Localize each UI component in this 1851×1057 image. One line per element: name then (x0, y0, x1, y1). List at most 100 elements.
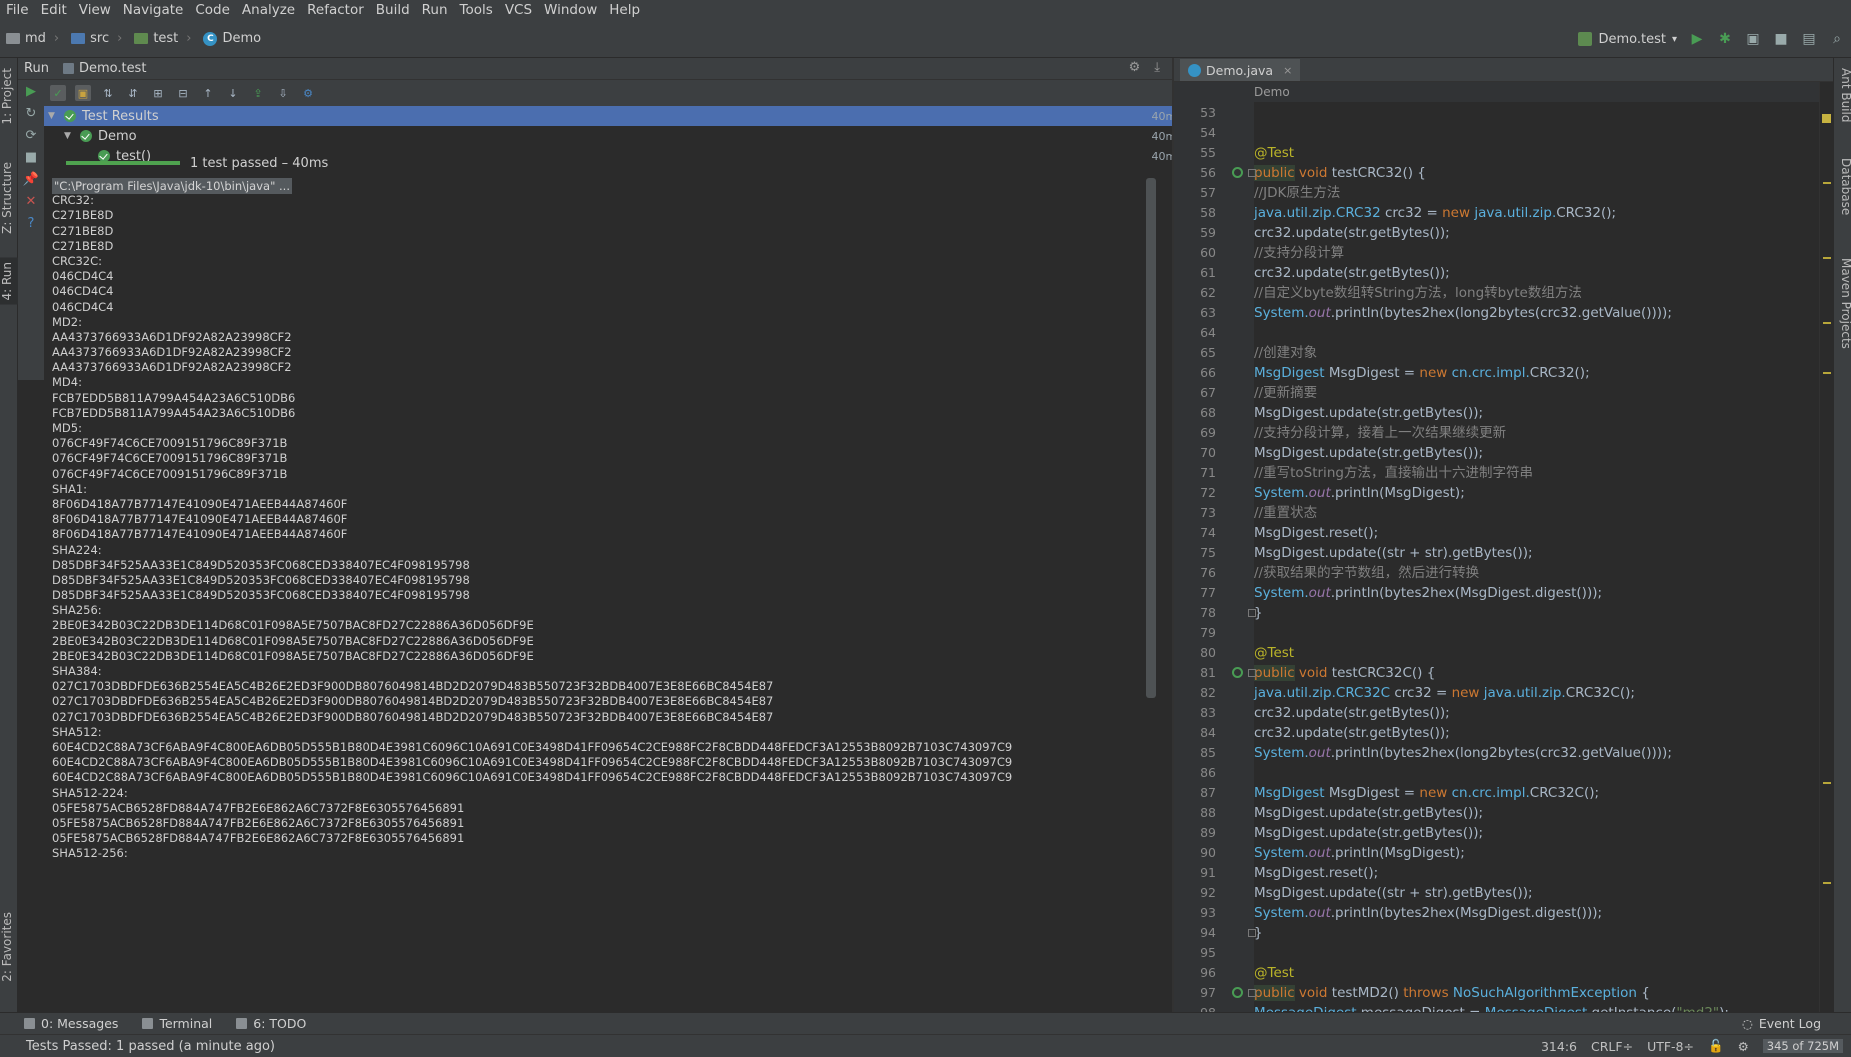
menu-file[interactable]: File (0, 0, 35, 20)
tab-todo[interactable]: 6: TODO (236, 1016, 306, 1031)
code-line: 78} (1200, 605, 1263, 621)
menu-navigate[interactable]: Navigate (117, 0, 190, 20)
code-line: 83 crc32.update(str.getBytes()); (1200, 705, 1450, 721)
hide-panel-icon[interactable]: ⤓ (1154, 60, 1160, 75)
run-config-selector[interactable]: Demo.test ▾ (1578, 32, 1677, 47)
menu-help[interactable]: Help (603, 0, 646, 20)
code-line: 97 public void testMD2() throws NoSuchAlg… (1200, 985, 1650, 1001)
code-line: 57//JDK原生方法 (1200, 185, 1341, 201)
console-line: MD5: (52, 421, 82, 435)
memory-indicator[interactable]: 345 of 725M (1762, 1039, 1843, 1053)
pin-icon[interactable]: 📌 (18, 168, 44, 190)
console-line: 076CF49F74C6CE7009151796C89F371B (52, 451, 288, 466)
git-icon[interactable]: ⚙ (1738, 1039, 1749, 1054)
show-ignored-icon[interactable]: ▣ (75, 85, 91, 101)
debug-icon[interactable]: ✱ (1716, 30, 1734, 48)
close-icon[interactable]: × (1283, 64, 1292, 77)
test-settings-icon[interactable]: ⚙ (300, 85, 316, 101)
tab-maven-projects[interactable]: Maven Projects (1835, 254, 1851, 353)
tab-terminal[interactable]: Terminal (142, 1016, 212, 1031)
sort-duration-icon[interactable]: ⇵ (125, 85, 141, 101)
breadcrumb-md[interactable]: md › (6, 31, 65, 46)
sort-alpha-icon[interactable]: ⇅ (100, 85, 116, 101)
run-test-icon[interactable] (1232, 987, 1243, 998)
caret-position[interactable]: 314:6 (1541, 1039, 1577, 1054)
menu-edit[interactable]: Edit (35, 0, 73, 20)
menu-view[interactable]: View (73, 0, 117, 20)
menu-vcs[interactable]: VCS (499, 0, 538, 20)
console-line: SHA512: (52, 724, 102, 739)
line-separator[interactable]: CRLF÷ (1591, 1039, 1633, 1054)
run-icon[interactable]: ▶ (1688, 30, 1706, 48)
stop-icon[interactable]: ■ (1772, 30, 1790, 48)
status-message[interactable]: Tests Passed: 1 passed (a minute ago) (26, 1039, 275, 1054)
tree-row-test-results[interactable]: ▼ Test Results 40ms (44, 106, 1194, 126)
settings-icon[interactable]: ⚙ (1129, 60, 1141, 75)
import-icon[interactable]: ⇩ (275, 85, 291, 101)
tab-ant-build[interactable]: Ant Build (1835, 64, 1851, 126)
console-line: 046CD4C4 (52, 269, 114, 284)
tab-demo-java[interactable]: Demo.java × (1180, 59, 1301, 81)
help-icon[interactable]: ? (18, 212, 44, 234)
fold-icon[interactable] (1248, 929, 1256, 937)
expand-all-icon[interactable]: ⊞ (150, 85, 166, 101)
console-line: AA4373766933A6D1DF92A82A23998CF2 (52, 345, 292, 360)
console-line: SHA512-224: (52, 785, 128, 800)
file-encoding[interactable]: UTF-8÷ (1647, 1039, 1694, 1054)
fold-icon[interactable] (1248, 169, 1256, 177)
code-line: 81 public void testCRC32C() { (1200, 665, 1436, 681)
class-icon (1188, 63, 1201, 77)
editor-scrollbar[interactable] (1819, 82, 1833, 1028)
menu-run[interactable]: Run (416, 0, 454, 20)
toggle-autotest-icon[interactable]: ⟳ (18, 124, 44, 146)
search-icon[interactable]: ⌕ (1828, 30, 1846, 48)
fold-icon[interactable] (1248, 609, 1256, 617)
menu-refactor[interactable]: Refactor (301, 0, 370, 20)
stop-icon[interactable]: ■ (18, 146, 44, 168)
console-line: 60E4CD2C88A73CF6ABA9F4C800EA6DB05D555B1B… (52, 770, 1013, 785)
breadcrumb-demo[interactable]: C Demo (203, 31, 261, 46)
folder-icon (134, 33, 149, 44)
passed-icon (64, 110, 76, 122)
next-icon[interactable]: ↓ (225, 85, 241, 101)
fold-icon[interactable] (1248, 989, 1256, 997)
tree-row-demo[interactable]: ▼ Demo 40ms (44, 126, 1194, 146)
warning-indicator[interactable] (1822, 114, 1831, 123)
rerun-failed-icon[interactable]: ↻ (18, 102, 44, 124)
menu-build[interactable]: Build (370, 0, 416, 20)
rerun-icon[interactable]: ▶ (18, 80, 44, 102)
code-editor[interactable]: Demo.java × Demo 53 54 55 @Test 56 public v… (1174, 58, 1833, 1028)
project-structure-icon[interactable]: ▤ (1800, 30, 1818, 48)
close-icon[interactable]: ✕ (18, 190, 44, 212)
previous-icon[interactable]: ↑ (200, 85, 216, 101)
event-log[interactable]: ◌ Event Log (1742, 1016, 1821, 1031)
tab-messages[interactable]: 0: Messages (24, 1016, 118, 1031)
collapse-all-icon[interactable]: ⊟ (175, 85, 191, 101)
code-line: 96 @Test (1200, 965, 1295, 981)
tab-project[interactable]: 1: Project (0, 64, 18, 129)
code-line: 95 (1200, 945, 1216, 960)
show-passed-icon[interactable]: ✓ (50, 85, 66, 101)
lock-icon[interactable]: 🔓 (1708, 1038, 1724, 1054)
run-test-icon[interactable] (1232, 667, 1243, 678)
tab-database[interactable]: Database (1835, 154, 1851, 219)
console-output[interactable]: "C:\Program Files\Java\jdk-10\bin\java" … (44, 176, 1170, 966)
tab-run[interactable]: 4: Run (0, 258, 18, 305)
console-command[interactable]: "C:\Program Files\Java\jdk-10\bin\java" … (52, 178, 292, 194)
tab-favorites[interactable]: 2: Favorites (0, 908, 18, 986)
menu-window[interactable]: Window (538, 0, 603, 20)
menu-code[interactable]: Code (189, 0, 236, 20)
tab-structure[interactable]: Z: Structure (0, 158, 18, 238)
editor-breadcrumb[interactable]: Demo (1174, 82, 1833, 102)
coverage-icon[interactable]: ▣ (1744, 30, 1762, 48)
export-icon[interactable]: ⇪ (250, 85, 266, 101)
fold-icon[interactable] (1248, 669, 1256, 677)
menu-analyze[interactable]: Analyze (236, 0, 301, 20)
breadcrumb-test[interactable]: test › (134, 31, 197, 46)
menu-tools[interactable]: Tools (454, 0, 499, 20)
code-line: 64 (1200, 325, 1216, 340)
run-tab-demo-test[interactable]: Demo.test (62, 61, 146, 76)
code-area[interactable]: 53 54 55 @Test 56 public void testCRC32() … (1174, 103, 1833, 1023)
run-test-icon[interactable] (1232, 167, 1243, 178)
breadcrumb-src[interactable]: src › (71, 31, 128, 46)
